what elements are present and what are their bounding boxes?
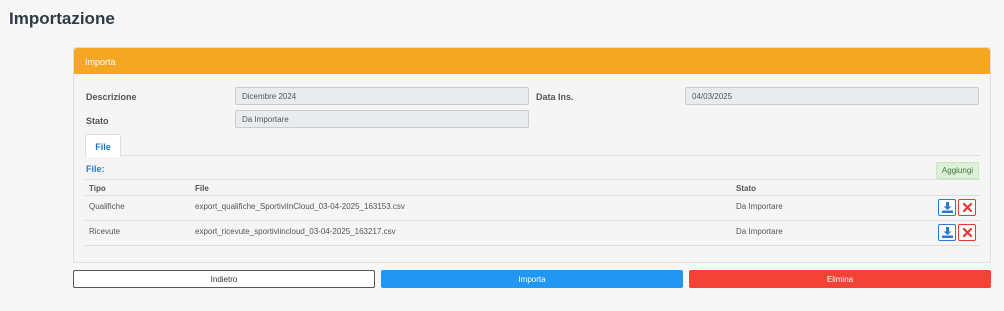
delete-row-button[interactable]	[958, 199, 976, 216]
descrizione-field[interactable]: Dicembre 2024	[235, 87, 529, 105]
column-header-tipo: Tipo	[89, 184, 106, 193]
add-file-button[interactable]: Aggiungi	[936, 162, 979, 179]
column-header-file: File	[195, 184, 209, 193]
import-panel: Importa Descrizione Dicembre 2024 Data I…	[73, 47, 991, 263]
delete-row-button[interactable]	[958, 224, 976, 241]
download-icon	[942, 202, 953, 213]
close-icon	[962, 202, 973, 213]
back-button[interactable]: Indietro	[73, 270, 375, 288]
close-icon	[962, 227, 973, 238]
column-header-stato: Stato	[736, 184, 756, 193]
row-tipo: Qualifiche	[89, 202, 125, 211]
table-row: Ricevute export_ricevute_sportiviincloud…	[85, 221, 980, 246]
delete-button[interactable]: Elimina	[689, 270, 991, 288]
data-ins-label: Data Ins.	[536, 92, 574, 102]
page-title: Importazione	[9, 9, 115, 28]
table-row: Qualifiche export_qualifiche_SportiviInC…	[85, 196, 980, 221]
row-file: export_qualifiche_SportiviInCloud_03-04-…	[195, 202, 405, 211]
stato-label: Stato	[86, 116, 109, 126]
download-icon	[942, 227, 953, 238]
row-stato: Da Importare	[736, 202, 783, 211]
table-header: Tipo File Stato	[85, 179, 980, 196]
file-table: Tipo File Stato Qualifiche export_qualif…	[85, 179, 980, 246]
data-ins-field[interactable]: 04/03/2025	[685, 87, 979, 105]
download-button[interactable]	[938, 224, 956, 241]
stato-field[interactable]: Da Importare	[235, 110, 529, 128]
import-button[interactable]: Importa	[381, 270, 683, 288]
row-file: export_ricevute_sportiviincloud_03-04-20…	[195, 227, 396, 236]
download-button[interactable]	[938, 199, 956, 216]
descrizione-label: Descrizione	[86, 92, 137, 102]
row-tipo: Ricevute	[89, 227, 121, 236]
tab-bar: File	[85, 134, 980, 157]
tab-file[interactable]: File	[85, 134, 121, 157]
row-stato: Da Importare	[736, 227, 783, 236]
file-section-label: File:	[86, 164, 105, 174]
panel-header: Importa	[74, 48, 990, 74]
